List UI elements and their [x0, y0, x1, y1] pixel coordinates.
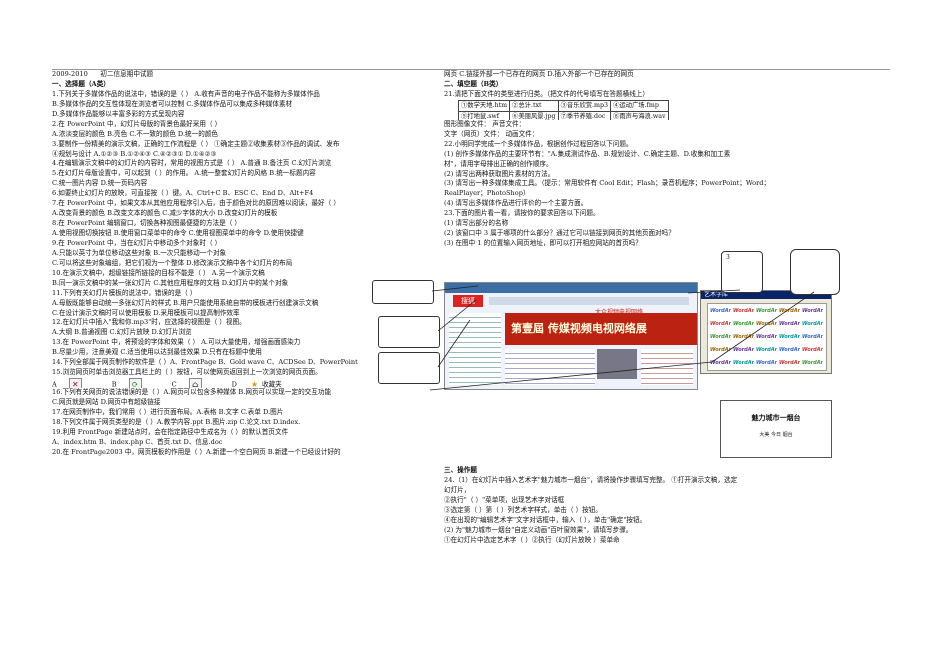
question-line: 24.（1）在幻灯片中插入艺术字"魅力城市一烟台"，请将操作步骤填写完整。 ①打… — [444, 475, 738, 484]
question-line: ④在出现的"编辑艺术字"文字对话框中，输入（ ），单击"确定"按钮。 — [444, 515, 647, 524]
question-line: ③选定第（ ）第（ ）列艺术字样式，单击（ ）按钮。 — [444, 505, 602, 514]
question-line: ②执行"（ ）"菜单项，出现艺术字对话框 — [444, 495, 565, 504]
callout-lines — [429, 285, 815, 391]
section-heading: 三、操作题 — [444, 466, 477, 474]
question-line: (2) 为"魅力城市一烟台"自定义动画"百叶窗效果"，请填写步骤。 — [444, 525, 633, 534]
question-line: 幻灯片， — [444, 485, 471, 494]
operation-section: 三、操作题 24.（1）在幻灯片中插入艺术字"魅力城市一烟台"，请将操作步骤填写完… — [444, 466, 844, 546]
question-line: ①在幻灯片中选定艺术字（ ）②执行（幻灯片放映 ）菜单命 — [444, 535, 620, 544]
